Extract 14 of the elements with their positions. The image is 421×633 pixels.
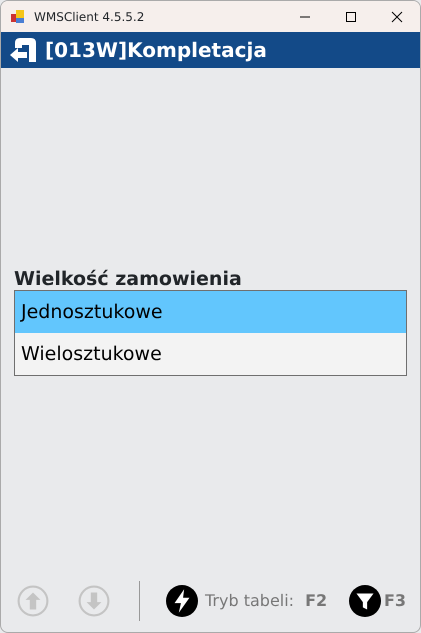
maximize-icon	[345, 10, 357, 22]
app-icon	[10, 8, 26, 24]
filter-icon	[348, 584, 381, 616]
filter-button[interactable]: F3	[348, 584, 406, 616]
back-icon[interactable]	[9, 37, 37, 63]
lightning-icon	[166, 584, 198, 616]
screen-title: [013W]Kompletacja	[45, 37, 267, 64]
arrow-up-icon	[17, 584, 49, 616]
window-title: WMSClient 4.5.5.2	[34, 8, 144, 26]
field-label: Wielkość zamowienia	[14, 269, 243, 290]
close-icon	[391, 10, 403, 22]
list-option[interactable]: Jednosztukowe	[15, 290, 406, 333]
table-mode-button[interactable]: Tryb tabeli: F2	[166, 584, 328, 616]
arrow-down-icon	[78, 584, 110, 616]
